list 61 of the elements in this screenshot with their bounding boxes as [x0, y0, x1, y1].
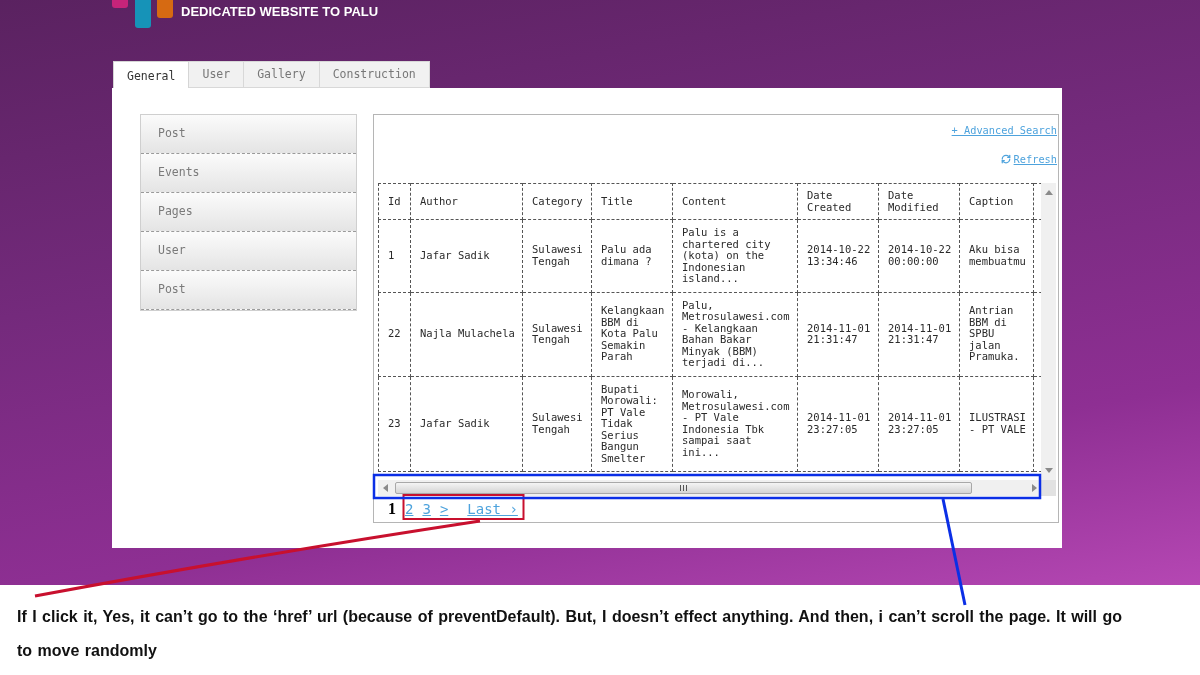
table-cell: 2014-11-01 21:31:47: [797, 292, 879, 376]
table-cell: Bupati Morowali: PT Vale Tidak Serius Bangun Smelter: [591, 376, 673, 472]
sidebar-item[interactable]: User: [141, 232, 356, 271]
table-cell: 23: [378, 376, 411, 472]
table-cell: Palu, Metrosulawesi.com - Kelangkaan Bahan Bakar Minyak (BBM) terjadi di...: [672, 292, 798, 376]
sidebar-item[interactable]: Post: [141, 115, 356, 154]
table-cell: 2014-11-01 23:27:05: [797, 376, 879, 472]
last-page-link[interactable]: Last ›: [467, 500, 518, 518]
table-header-cell: Date Modified: [878, 183, 960, 220]
table-cell: ILUSTRASI - PT VALE: [959, 376, 1034, 472]
next-page-link[interactable]: >: [439, 500, 449, 518]
refresh-link[interactable]: Refresh: [1013, 153, 1057, 165]
caption-text: If I click it, Yes, it can’t go to the ‘href’ url (because of preventDefault). But, I doesn’t effect anything. And then, i can’t scroll the page. It will go to move randomly: [17, 607, 1123, 661]
table-cell: Morowali, Metrosulawesi.com - PT Vale Indonesia Tbk sampai saat ini...: [672, 376, 798, 472]
table-cell: 2014-11-01 23:27:05: [878, 376, 960, 472]
table-cell: 2014-10-22 13:34:46: [797, 219, 879, 292]
table-cell: Sulawesi Tengah: [522, 292, 592, 376]
refresh-icon[interactable]: [1000, 154, 1011, 164]
table-header-cell: Title: [591, 183, 673, 220]
page-link[interactable]: 3: [422, 500, 431, 518]
table-header-cell: Id: [378, 183, 411, 220]
horizontal-scrollbar[interactable]: [378, 480, 1041, 496]
scroll-up-icon[interactable]: [1044, 189, 1053, 196]
table-cell: 1: [378, 219, 411, 292]
table-cell: Najla Mulachela: [410, 292, 523, 376]
sidebar-item[interactable]: Events: [141, 154, 356, 193]
tab[interactable]: Gallery: [244, 61, 320, 88]
table-cell: Antrian BBM di SPBU jalan Pramuka.: [959, 292, 1034, 376]
scrollbar-thumb[interactable]: [395, 482, 972, 494]
table-cell: Palu ada dimana ?: [591, 219, 673, 292]
table-cell: 2014-11-01 21:31:47: [878, 292, 960, 376]
table-cell: Jafar Sadik: [410, 376, 523, 472]
table-cell: Kelangkaan BBM di Kota Palu Semakin Parah: [591, 292, 673, 376]
scroll-down-icon[interactable]: [1044, 467, 1053, 474]
sidebar-item[interactable]: Pages: [141, 193, 356, 232]
table-header-cell: Content: [672, 183, 798, 220]
site-title: DEDICATED WEBSITE TO PALU: [181, 4, 379, 20]
page-link[interactable]: 2: [405, 500, 414, 518]
tab[interactable]: General: [113, 61, 190, 88]
table-cell: 2014-10-22 00:00:00: [878, 219, 960, 292]
scroll-right-icon[interactable]: [1031, 484, 1038, 492]
table-cell: Jafar Sadik: [410, 219, 523, 292]
scrollbar-corner: [1041, 480, 1056, 496]
current-page: 1: [388, 500, 396, 518]
table-header-cell: Category: [522, 183, 592, 220]
tab[interactable]: Construction: [319, 61, 430, 88]
table-header-cell: Date Created: [797, 183, 879, 220]
vertical-scrollbar[interactable]: [1041, 183, 1056, 480]
table-header-cell: Caption: [959, 183, 1034, 220]
table-cell: 22: [378, 292, 411, 376]
table-header-cell: Author: [410, 183, 523, 220]
table-cell: Aku bisa membuatmu: [959, 219, 1034, 292]
table-cell: Sulawesi Tengah: [522, 376, 592, 472]
table-cell: Palu is a chartered city (kota) on the Indonesian island...: [672, 219, 798, 292]
logo-icon: [112, 0, 174, 28]
tab[interactable]: User: [189, 61, 245, 88]
table-cell: Sulawesi Tengah: [522, 219, 592, 292]
advanced-search-link[interactable]: + Advanced Search: [951, 124, 1057, 136]
scroll-left-icon[interactable]: [382, 484, 389, 492]
sidebar-item[interactable]: Post: [141, 271, 356, 310]
grip-icon: [680, 485, 687, 491]
